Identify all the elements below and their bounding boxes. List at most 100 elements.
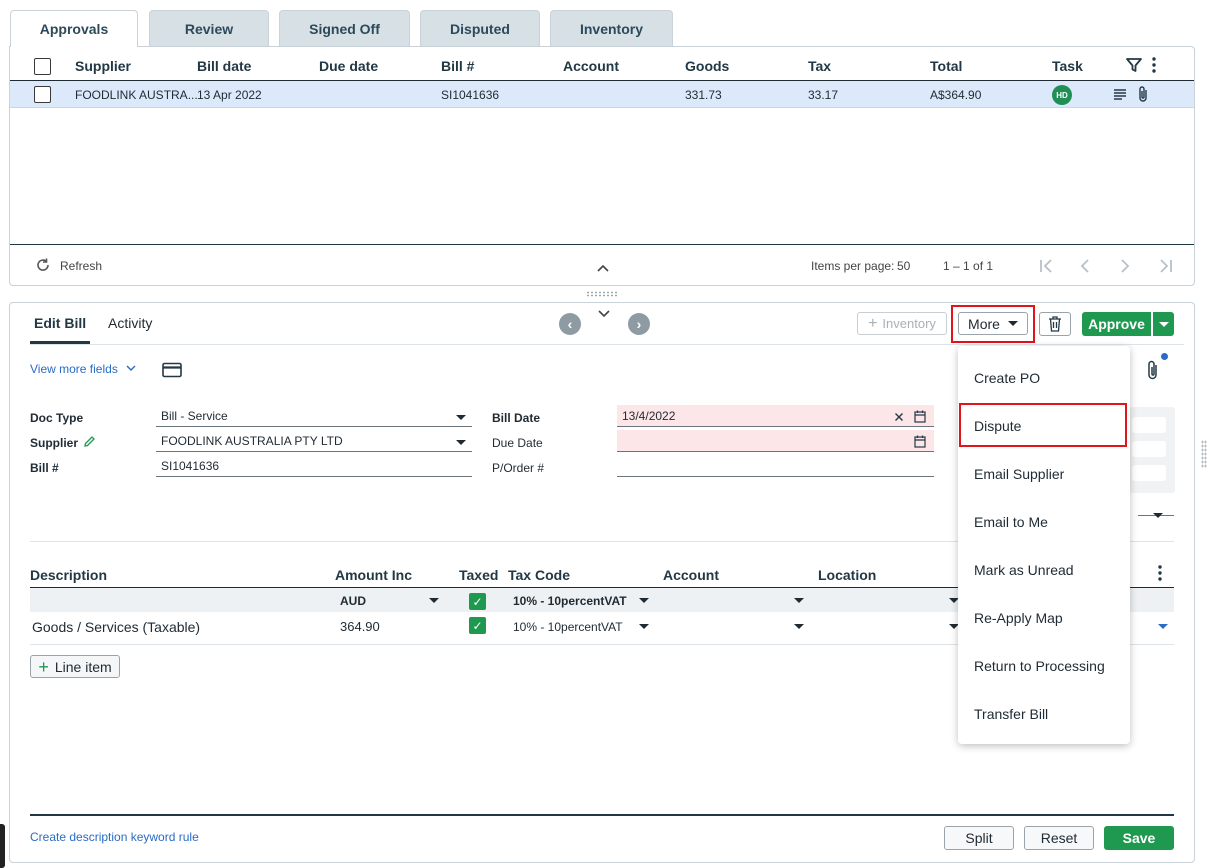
caret-down-icon[interactable] — [639, 598, 649, 603]
side-resize-handle[interactable] — [1201, 440, 1207, 468]
po-label: P/Order # — [492, 461, 545, 475]
col-account[interactable]: Account — [563, 58, 619, 74]
tab-activity[interactable]: Activity — [108, 315, 152, 331]
line-amount[interactable]: 364.90 — [340, 619, 380, 634]
refresh-button[interactable]: Refresh — [60, 259, 102, 273]
add-line-item-button[interactable]: + Line item — [30, 655, 120, 678]
notification-dot — [1161, 353, 1168, 360]
menu-item-mark-unread[interactable]: Mark as Unread — [974, 562, 1074, 578]
menu-item-create-po[interactable]: Create PO — [974, 370, 1040, 386]
caret-down-icon[interactable] — [794, 598, 804, 603]
next-bill-button[interactable]: › — [628, 313, 650, 335]
page-range: 1 – 1 of 1 — [943, 259, 994, 273]
supplier-select[interactable]: FOODLINK AUSTRALIA PTY LTD — [156, 430, 472, 452]
view-more-fields-link[interactable]: View more fields — [30, 362, 118, 376]
select-all-checkbox[interactable] — [34, 58, 51, 75]
tab-signed-off[interactable]: Signed Off — [279, 10, 410, 46]
items-per-page-label: Items per page: — [811, 259, 895, 273]
menu-item-email-supplier[interactable]: Email Supplier — [974, 466, 1064, 482]
more-vert-icon[interactable] — [1150, 56, 1158, 74]
task-avatar[interactable]: HD — [1052, 85, 1072, 105]
caret-down-icon — [456, 440, 466, 445]
caret-down-icon[interactable] — [794, 624, 804, 629]
menu-item-return-processing[interactable]: Return to Processing — [974, 658, 1105, 674]
col-description: Description — [30, 567, 108, 583]
po-input[interactable] — [617, 455, 934, 477]
delete-button[interactable] — [1039, 312, 1071, 336]
tab-inventory[interactable]: Inventory — [550, 10, 673, 46]
doc-type-select[interactable]: Bill - Service — [156, 405, 472, 427]
inventory-button-label: Inventory — [882, 316, 936, 331]
col-goods[interactable]: Goods — [685, 58, 729, 74]
caret-down-icon[interactable] — [1153, 513, 1163, 518]
prev-bill-button[interactable]: ‹ — [559, 313, 581, 335]
doc-type-value: Bill - Service — [161, 409, 228, 423]
refresh-icon[interactable] — [35, 257, 51, 273]
save-button[interactable]: Save — [1104, 826, 1174, 850]
tab-divider — [30, 344, 1184, 345]
calendar-icon[interactable] — [914, 435, 926, 448]
caret-down-icon[interactable] — [1158, 624, 1168, 629]
supplier-value: FOODLINK AUSTRALIA PTY LTD — [161, 434, 343, 448]
default-tax-code-select[interactable]: 10% - 10percentVAT — [513, 594, 627, 608]
caret-down-icon[interactable] — [429, 598, 439, 603]
col-bill-date[interactable]: Bill date — [197, 58, 251, 74]
chevron-down-icon[interactable] — [597, 309, 611, 319]
more-vert-icon[interactable] — [1156, 564, 1164, 582]
side-field — [1132, 465, 1166, 481]
col-task[interactable]: Task — [1052, 58, 1083, 74]
menu-item-reapply-map[interactable]: Re-Apply Map — [974, 610, 1063, 626]
keyword-rule-link[interactable]: Create description keyword rule — [30, 830, 199, 844]
line-taxed-checkbox[interactable]: ✓ — [469, 617, 486, 634]
split-button[interactable]: Split — [944, 826, 1014, 850]
row-checkbox[interactable] — [34, 86, 51, 103]
calendar-icon[interactable] — [914, 410, 926, 423]
tab-review[interactable]: Review — [149, 10, 269, 46]
col-total[interactable]: Total — [930, 58, 962, 74]
line-description[interactable]: Goods / Services (Taxable) — [32, 619, 200, 635]
next-page-icon[interactable] — [1118, 258, 1132, 274]
due-date-input[interactable] — [617, 430, 934, 452]
tab-disputed[interactable]: Disputed — [420, 10, 540, 46]
col-supplier[interactable]: Supplier — [75, 58, 131, 74]
add-line-item-label: Line item — [54, 658, 112, 675]
col-bill-no[interactable]: Bill # — [441, 58, 474, 74]
table-row[interactable]: FOODLINK AUSTRA... 13 Apr 2022 SI1041636… — [10, 81, 1194, 108]
inventory-button[interactable]: + Inventory — [857, 312, 947, 335]
first-page-icon[interactable] — [1038, 258, 1056, 274]
col-due-date[interactable]: Due date — [319, 58, 378, 74]
window-edge — [0, 824, 5, 868]
side-field — [1132, 441, 1166, 457]
tab-edit-bill[interactable]: Edit Bill — [34, 315, 86, 331]
reset-button[interactable]: Reset — [1024, 826, 1094, 850]
items-per-page-select[interactable]: 50 — [897, 259, 910, 273]
attachment-icon[interactable] — [1137, 85, 1149, 103]
taxed-default-checkbox[interactable]: ✓ — [469, 593, 486, 610]
menu-item-email-to-me[interactable]: Email to Me — [974, 514, 1048, 530]
bill-date-input[interactable]: 13/4/2022 — [617, 405, 934, 427]
payment-card-icon[interactable] — [162, 362, 182, 378]
line-tax-code-select[interactable]: 10% - 10percentVAT — [513, 620, 623, 634]
approve-button[interactable]: Approve — [1082, 312, 1151, 336]
more-menu: Create PO Dispute Email Supplier Email t… — [958, 346, 1130, 744]
approve-dropdown-button[interactable] — [1153, 312, 1174, 336]
attachment-icon[interactable] — [1146, 359, 1160, 381]
currency-select[interactable]: AUD — [340, 594, 366, 608]
doc-type-label: Doc Type — [30, 411, 84, 425]
resize-handle[interactable] — [586, 291, 618, 297]
bill-no-input[interactable]: SI1041636 — [156, 455, 472, 477]
menu-item-transfer-bill[interactable]: Transfer Bill — [974, 706, 1048, 722]
tab-approvals[interactable]: Approvals — [10, 10, 138, 47]
filter-icon[interactable] — [1125, 56, 1143, 74]
chevron-up-icon[interactable] — [596, 263, 610, 273]
clear-icon[interactable] — [894, 412, 904, 422]
prev-page-icon[interactable] — [1078, 258, 1092, 274]
last-page-icon[interactable] — [1156, 258, 1174, 274]
col-amount-inc: Amount Inc — [335, 567, 412, 583]
col-tax[interactable]: Tax — [808, 58, 831, 74]
caret-down-icon[interactable] — [639, 624, 649, 629]
edit-pencil-icon[interactable] — [83, 435, 96, 448]
chevron-down-icon[interactable] — [126, 364, 136, 372]
notes-icon[interactable] — [1113, 87, 1127, 101]
grid-footer: Refresh Items per page: 50 1 – 1 of 1 — [10, 244, 1194, 286]
